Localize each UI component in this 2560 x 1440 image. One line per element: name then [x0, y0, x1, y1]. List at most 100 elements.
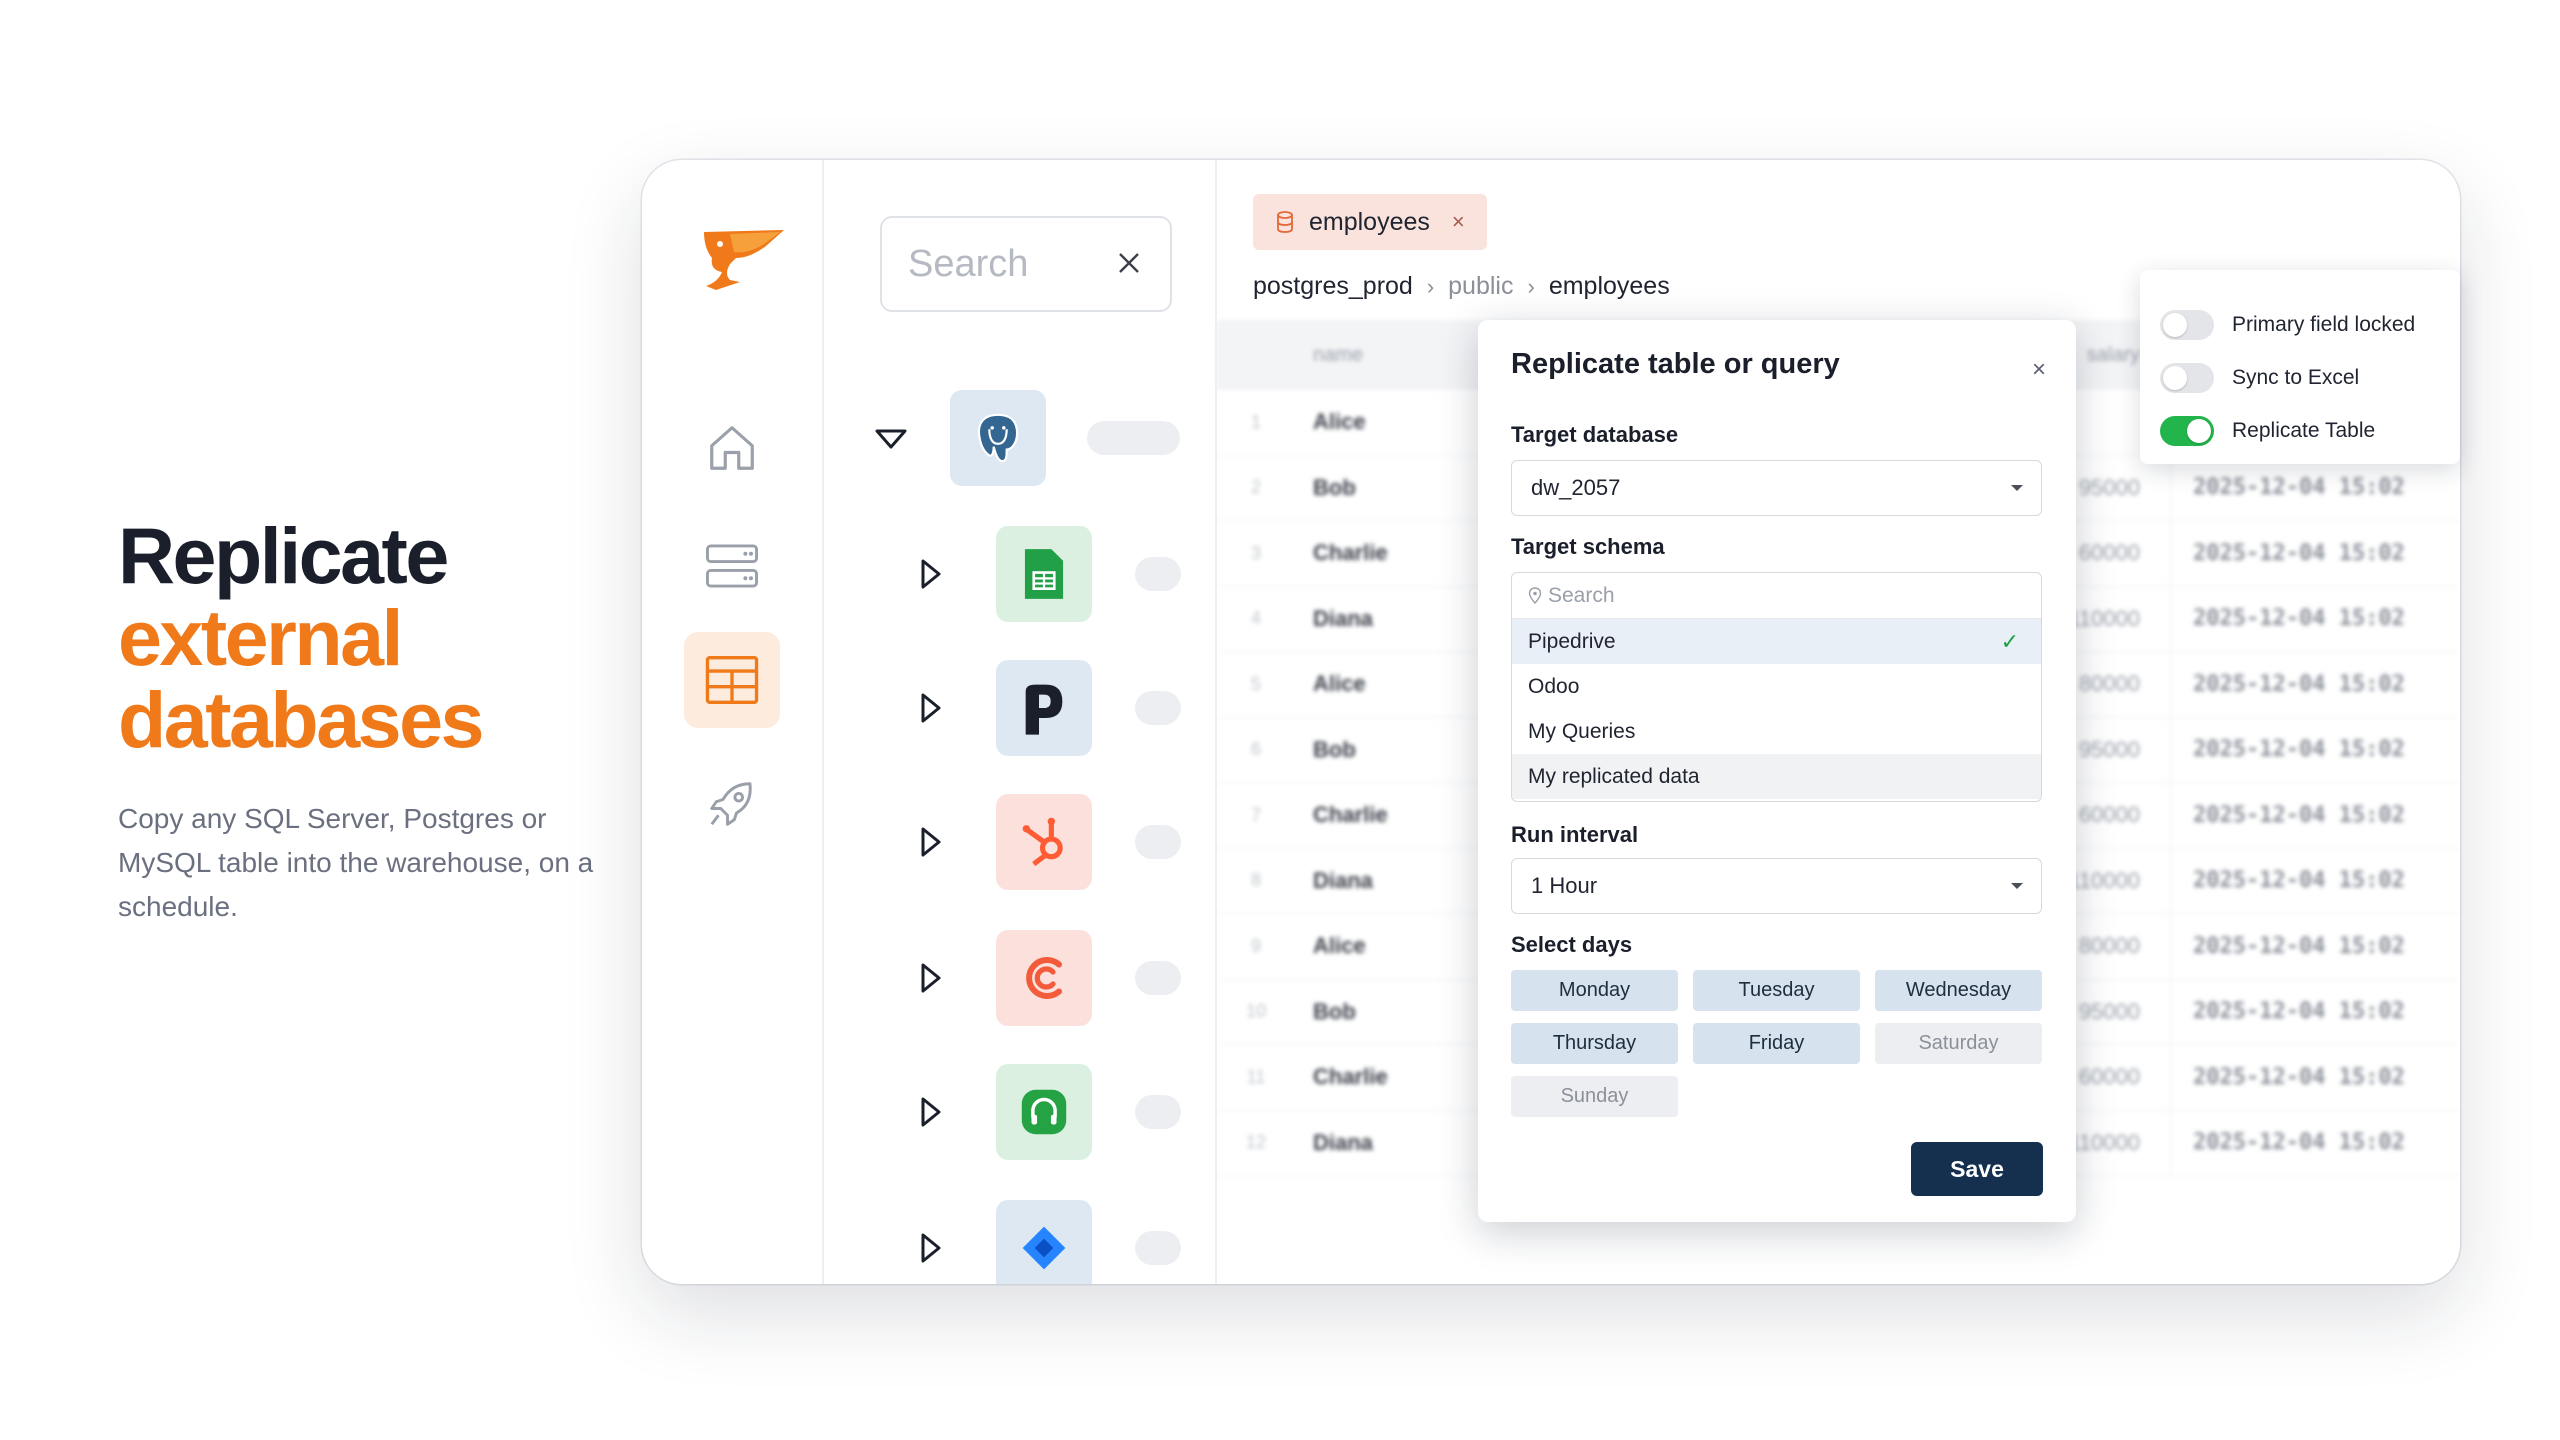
cell-timestamp[interactable]: 2025-12-04 15:02	[2170, 848, 2420, 913]
tree-item-hubspot[interactable]	[824, 794, 1217, 890]
jira-icon	[996, 1200, 1092, 1284]
row-number: 5	[1250, 673, 1261, 694]
day-toggle-monday[interactable]: Monday	[1511, 970, 1678, 1011]
nav-home[interactable]	[684, 400, 780, 496]
schema-option-odoo[interactable]: Odoo	[1512, 664, 2041, 709]
nav-tables[interactable]	[684, 632, 780, 728]
toggle-switch[interactable]	[2160, 415, 2214, 446]
collapsed-triangle-icon[interactable]	[920, 1096, 942, 1128]
collapsed-triangle-icon[interactable]	[920, 1232, 942, 1264]
tree-item-placeholder-bar	[1087, 421, 1180, 455]
schema-option-label: Odoo	[1528, 674, 1580, 698]
tree-item-customer-io[interactable]	[824, 930, 1217, 1026]
row-number: 8	[1250, 870, 1261, 891]
tree-item-pipedrive[interactable]	[824, 660, 1217, 756]
cell-timestamp[interactable]: 2025-12-04 15:02	[2170, 717, 2420, 782]
day-toggle-sunday[interactable]: Sunday	[1511, 1076, 1678, 1117]
collapsed-triangle-icon[interactable]	[920, 558, 942, 590]
location-pin-icon	[1528, 586, 1542, 604]
expanded-triangle-icon[interactable]	[874, 428, 908, 450]
stage: Replicate external databases Copy any SQ…	[0, 0, 2560, 1440]
cell-timestamp[interactable]: 2025-12-04 15:02	[2170, 979, 2420, 1044]
row-number: 7	[1250, 804, 1261, 825]
row-number: 10	[1245, 1001, 1267, 1022]
toggle-switch[interactable]	[2160, 309, 2214, 340]
schema-option-my-replicated-data[interactable]: My replicated data	[1512, 754, 2041, 799]
collapsed-triangle-icon[interactable]	[920, 692, 942, 724]
schema-option-label: Pipedrive	[1528, 629, 1616, 653]
cell-timestamp[interactable]: 2025-12-04 15:02	[2170, 914, 2420, 979]
breadcrumb-separator: ›	[1527, 273, 1535, 299]
cell-timestamp[interactable]: 2025-12-04 15:02	[2170, 455, 2420, 520]
tree-item-freshdesk[interactable]	[824, 1064, 1217, 1160]
nav-servers[interactable]	[684, 518, 780, 614]
nav-deploy[interactable]	[684, 756, 780, 852]
tree-item-jira[interactable]	[824, 1200, 1217, 1284]
tab-label: employees	[1309, 207, 1430, 236]
toggle-row: Sync to Excel	[2160, 351, 2460, 404]
cell-timestamp[interactable]: 2025-12-04 15:02	[2170, 1045, 2420, 1110]
schema-option-my-queries[interactable]: My Queries	[1512, 709, 2041, 754]
schema-search-input[interactable]: Search	[1512, 573, 2041, 619]
hero-subtitle: Copy any SQL Server, Postgres or MySQL t…	[118, 803, 594, 922]
breadcrumb-schema[interactable]: public	[1448, 272, 1513, 301]
tree-item-placeholder-bar	[1135, 1231, 1181, 1265]
collapsed-triangle-icon[interactable]	[920, 962, 942, 994]
tree-search-placeholder: Search	[908, 242, 1029, 285]
day-toggle-saturday[interactable]: Saturday	[1875, 1023, 2042, 1064]
collapsed-triangle-icon[interactable]	[920, 826, 942, 858]
hero-line-3: databases	[118, 675, 484, 764]
schema-option-label: My replicated data	[1528, 764, 1700, 788]
database-icon	[1277, 211, 1293, 233]
row-number: 11	[1246, 1066, 1266, 1087]
tree-search-input[interactable]: Search	[880, 216, 1172, 312]
breadcrumb: postgres_prod › public › employees	[1253, 272, 1670, 301]
source-tree: Search	[824, 160, 1217, 1284]
toggle-label: Sync to Excel	[2232, 365, 2360, 389]
pelican-logo-icon	[704, 230, 784, 290]
run-interval-select[interactable]: 1 Hour	[1511, 858, 2042, 914]
save-button[interactable]: Save	[1911, 1142, 2043, 1196]
clear-search-icon[interactable]	[1114, 248, 1144, 278]
day-toggle-thursday[interactable]: Thursday	[1511, 1023, 1678, 1064]
toggle-switch[interactable]	[2160, 362, 2214, 393]
google-sheets-icon	[996, 526, 1092, 622]
tree-item-placeholder-bar	[1135, 557, 1181, 591]
cell-timestamp[interactable]: 2025-12-04 15:02	[2170, 521, 2420, 586]
modal-close-icon[interactable]: ×	[2032, 356, 2046, 384]
replicate-modal: Replicate table or query × Target databa…	[1478, 320, 2076, 1222]
tree-item-google-sheets[interactable]	[824, 526, 1217, 622]
breadcrumb-table[interactable]: employees	[1549, 272, 1670, 301]
row-number: 3	[1250, 542, 1261, 563]
freshdesk-icon	[996, 1064, 1092, 1160]
cell-timestamp[interactable]: 2025-12-04 15:02	[2170, 1110, 2420, 1175]
row-number: 12	[1245, 1132, 1267, 1153]
hubspot-icon	[996, 794, 1092, 890]
pipedrive-icon	[996, 660, 1092, 756]
day-toggle-wednesday[interactable]: Wednesday	[1875, 970, 2042, 1011]
row-number: 4	[1250, 608, 1261, 629]
cell-timestamp[interactable]: 2025-12-04 15:02	[2170, 586, 2420, 651]
run-interval-label: Run interval	[1511, 822, 1639, 847]
check-icon: ✓	[2000, 628, 2019, 654]
tree-item-placeholder-bar	[1135, 1095, 1181, 1129]
cell-timestamp[interactable]: 2025-12-04 15:02	[2170, 783, 2420, 848]
toggle-row: Replicate Table	[2160, 404, 2460, 457]
tree-item-postgres[interactable]	[824, 390, 1217, 486]
sidebar-rail	[642, 160, 824, 1284]
row-number: 1	[1250, 411, 1261, 432]
schema-option-pipedrive[interactable]: Pipedrive ✓	[1512, 619, 2041, 664]
tab-close-icon[interactable]: ×	[1452, 209, 1465, 235]
target-schema-list: Search Pipedrive ✓ Odoo My Queries My re…	[1511, 572, 2042, 802]
target-database-select[interactable]: dw_2057	[1511, 460, 2042, 516]
target-database-label: Target database	[1511, 422, 1679, 447]
rocket-icon	[710, 782, 752, 826]
hero-line-2: external	[118, 593, 404, 682]
day-toggle-friday[interactable]: Friday	[1693, 1023, 1860, 1064]
postgres-icon	[950, 390, 1046, 486]
breadcrumb-db[interactable]: postgres_prod	[1253, 272, 1413, 301]
cell-timestamp[interactable]: 2025-12-04 15:02	[2170, 652, 2420, 717]
row-number: 9	[1250, 935, 1261, 956]
tab-employees[interactable]: employees ×	[1253, 194, 1487, 250]
day-toggle-tuesday[interactable]: Tuesday	[1693, 970, 1860, 1011]
